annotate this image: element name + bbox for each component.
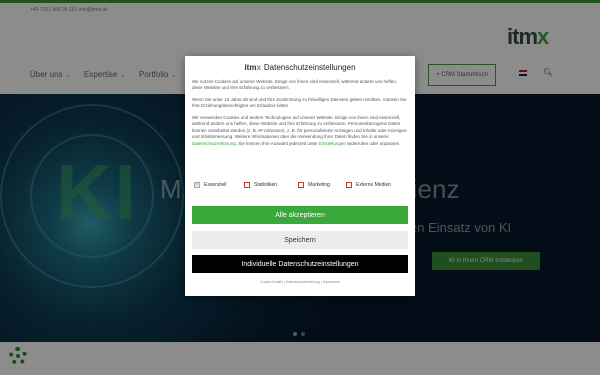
dialog-header: itmx Datenschutzeinstellungen bbox=[185, 63, 415, 72]
checkbox-box[interactable] bbox=[194, 181, 200, 188]
dialog-age-text: Wenn Sie unter 16 Jahre alt sind und Ihr… bbox=[192, 97, 407, 109]
checkbox-box[interactable] bbox=[244, 182, 250, 188]
dialog-title: Datenschutzeinstellungen bbox=[263, 63, 356, 72]
checkbox-externe-medien[interactable]: Externe Medien bbox=[346, 182, 391, 188]
settings-link[interactable]: Einstellungen bbox=[319, 141, 346, 146]
dialog-detail-text: Wir verwenden Cookies und andere Technol… bbox=[192, 115, 408, 146]
privacy-settings-dialog: itmx Datenschutzeinstellungen Wir nutzen … bbox=[185, 56, 415, 296]
dialog-footer-links[interactable]: Cookie-Details | Datenschutzerklärung | … bbox=[185, 280, 415, 284]
checkbox-box[interactable] bbox=[346, 182, 352, 188]
dialog-intro-text: Wir nutzen Cookies auf unserer Website. … bbox=[192, 79, 398, 91]
checkbox-essenziell[interactable]: Essenziell bbox=[194, 181, 227, 188]
checkbox-marketing[interactable]: Marketing bbox=[298, 182, 330, 188]
checkbox-statistiken[interactable]: Statistiken bbox=[244, 182, 277, 188]
checkbox-box[interactable] bbox=[298, 182, 304, 188]
custom-settings-button[interactable]: Individuelle Datenschutzeinstellungen bbox=[192, 255, 408, 273]
privacy-policy-link[interactable]: Datenschutzerklärung bbox=[192, 141, 236, 146]
save-button[interactable]: Speichern bbox=[192, 231, 408, 249]
dialog-logo: itmx bbox=[244, 63, 261, 72]
accept-all-button[interactable]: Alle akzeptieren bbox=[192, 206, 408, 224]
